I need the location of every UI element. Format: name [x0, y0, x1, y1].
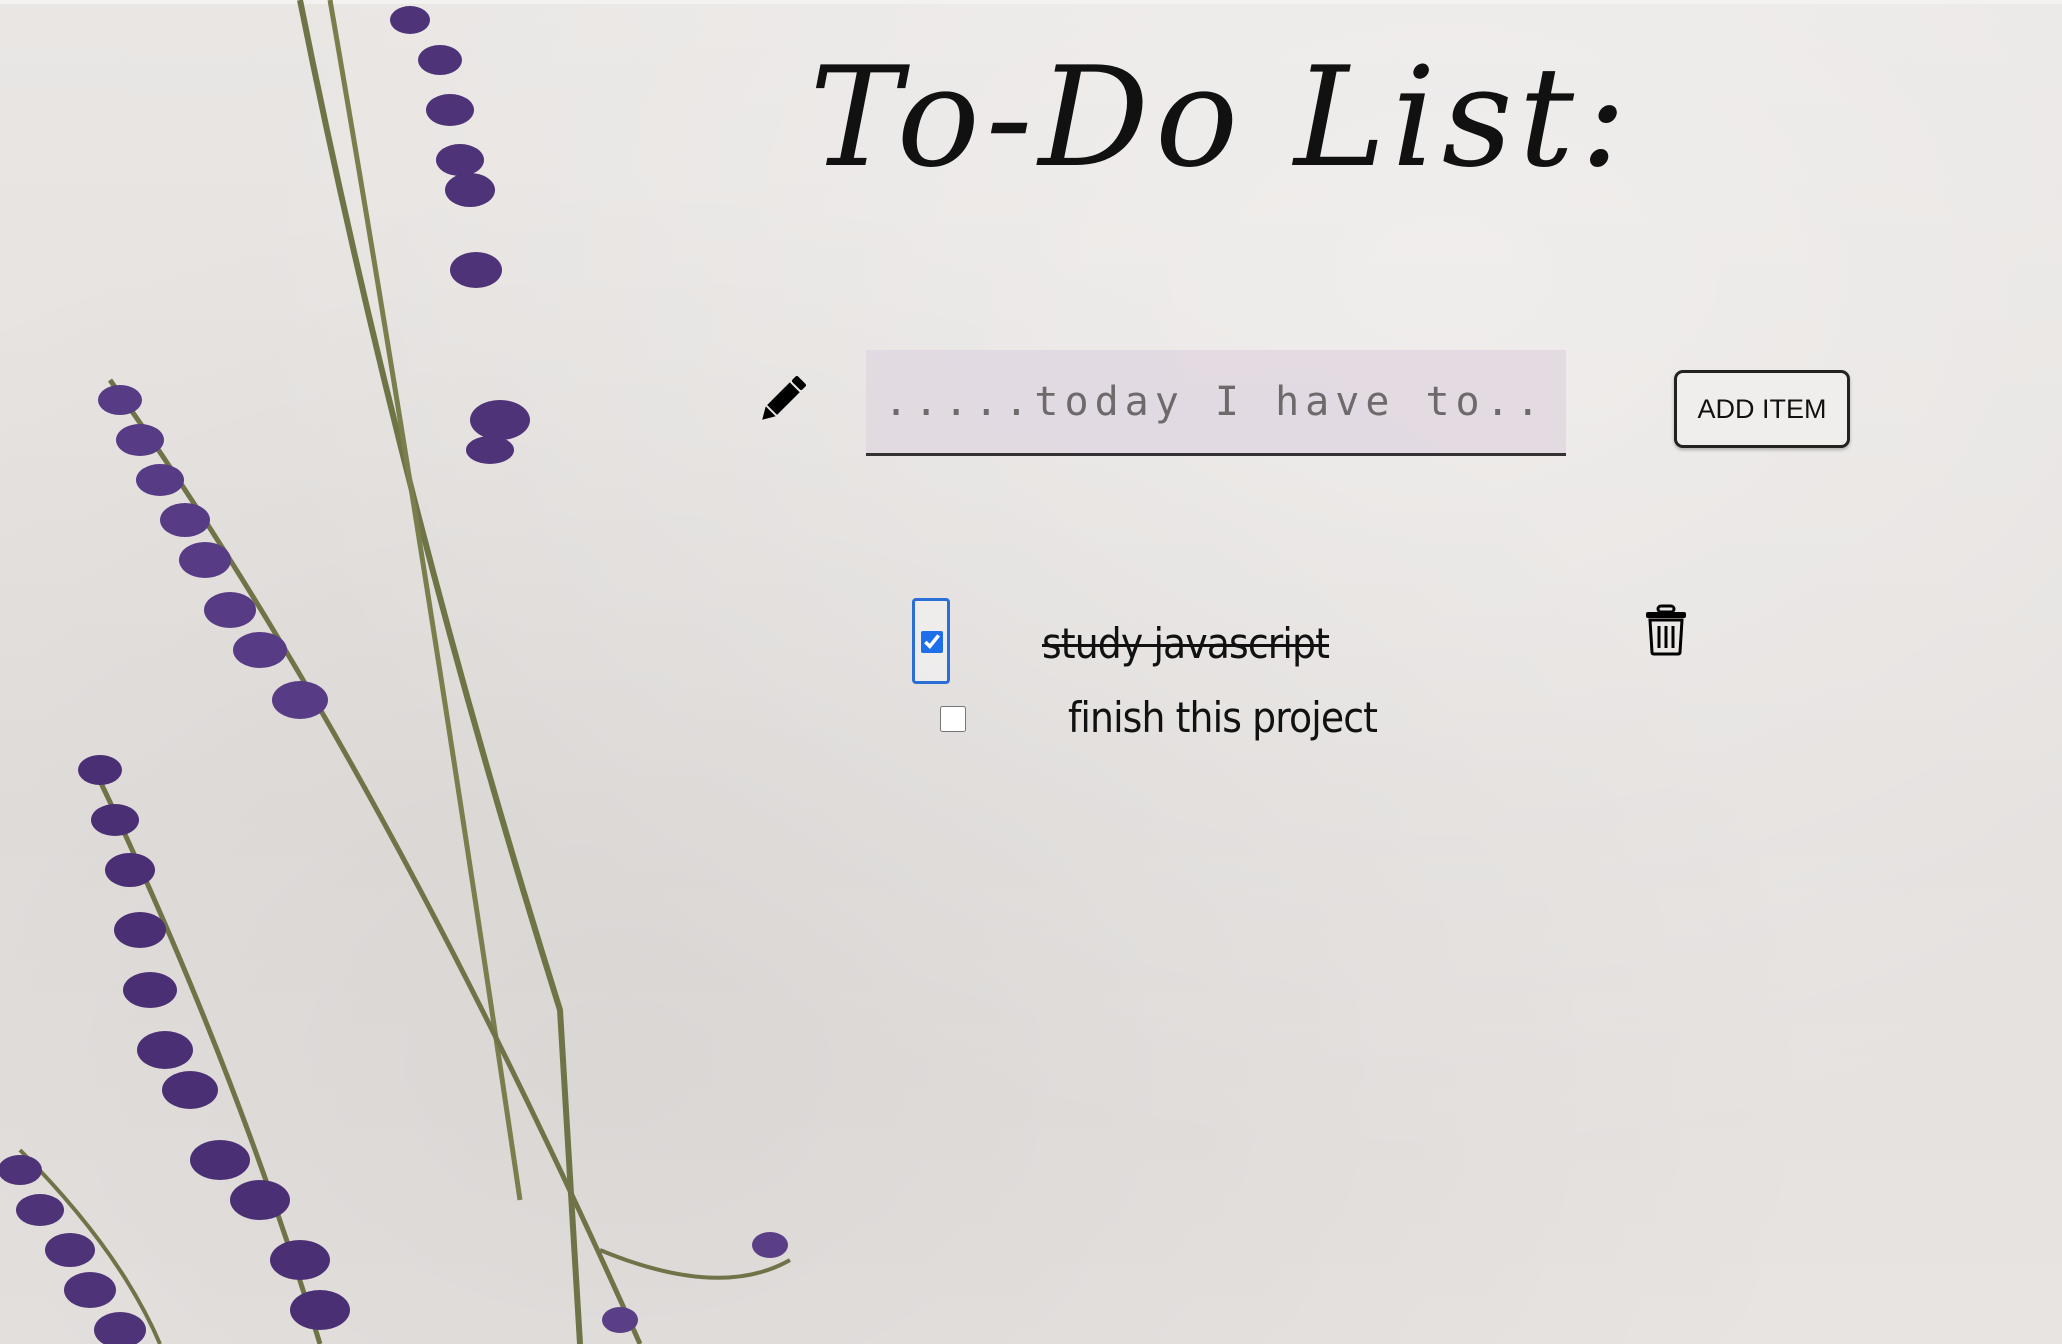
task-checkbox-focus-ring — [912, 598, 950, 684]
trash-icon[interactable] — [1642, 604, 1690, 656]
task-label-finish-project: finish this project — [1068, 693, 1378, 742]
page-background: To-Do List: ADD ITEM study javascript fi… — [0, 0, 2062, 1344]
todo-input[interactable] — [866, 350, 1566, 456]
task-checkbox-finish-project[interactable] — [940, 706, 966, 732]
task-checkbox-study-javascript[interactable] — [921, 631, 943, 653]
page-title: To-Do List: — [809, 37, 1633, 198]
top-border — [0, 0, 2062, 4]
pencil-icon — [762, 376, 806, 420]
add-item-button[interactable]: ADD ITEM — [1674, 370, 1850, 448]
task-label-study-javascript: study javascript — [1042, 619, 1330, 668]
